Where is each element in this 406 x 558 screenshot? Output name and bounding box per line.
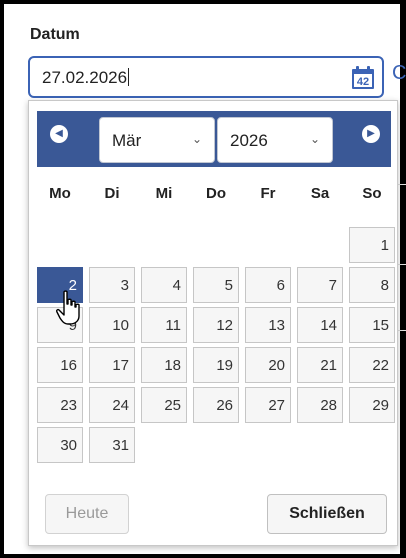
hand-pointer-icon xyxy=(56,290,80,325)
day-cell[interactable]: 23 xyxy=(37,387,83,423)
day-cell[interactable]: 10 xyxy=(89,307,135,343)
day-cell[interactable]: 22 xyxy=(349,347,395,383)
day-cell[interactable]: 17 xyxy=(89,347,135,383)
day-cell[interactable]: 16 xyxy=(37,347,83,383)
day-cell[interactable]: 20 xyxy=(245,347,291,383)
date-input-value[interactable]: 27.02.2026 xyxy=(42,68,130,88)
day-cell[interactable]: 24 xyxy=(89,387,135,423)
date-input[interactable]: 27.02.2026 42 xyxy=(28,56,384,98)
frame-border-top xyxy=(0,0,406,4)
day-cell[interactable]: 26 xyxy=(193,387,239,423)
day-cell[interactable]: 25 xyxy=(141,387,187,423)
today-button[interactable]: Heute xyxy=(45,494,129,534)
adjacent-control-glyph: C xyxy=(392,62,406,84)
day-cell[interactable]: 28 xyxy=(297,387,343,423)
app-frame: Datum 27.02.2026 42 C ◀ Mär ⌄ 2026 ⌄ ▶ M… xyxy=(0,0,406,558)
frame-border-left xyxy=(0,0,4,558)
day-cell[interactable]: 3 xyxy=(89,267,135,303)
calendar-icon-number: 42 xyxy=(357,76,369,88)
close-button[interactable]: Schließen xyxy=(267,494,387,534)
day-cell[interactable]: 5 xyxy=(193,267,239,303)
day-cell[interactable]: 11 xyxy=(141,307,187,343)
text-caret xyxy=(128,68,130,86)
day-cell[interactable]: 18 xyxy=(141,347,187,383)
day-cell[interactable]: 29 xyxy=(349,387,395,423)
day-grid: 1 2 3 4 5 6 7 8 9 10 11 12 13 14 15 16 17 18 19 20 21 22 23 24 2… xyxy=(29,101,399,547)
day-cell[interactable]: 1 xyxy=(349,227,395,263)
day-cell[interactable]: 7 xyxy=(297,267,343,303)
day-cell[interactable]: 27 xyxy=(245,387,291,423)
day-cell[interactable]: 15 xyxy=(349,307,395,343)
day-cell[interactable]: 30 xyxy=(37,427,83,463)
day-cell[interactable]: 12 xyxy=(193,307,239,343)
day-cell[interactable]: 19 xyxy=(193,347,239,383)
datepicker-popup: ◀ Mär ⌄ 2026 ⌄ ▶ Mo Di Mi Do Fr Sa So 12345678… xyxy=(28,100,398,546)
day-cell[interactable]: 8 xyxy=(349,267,395,303)
day-cell[interactable]: 4 xyxy=(141,267,187,303)
day-cell[interactable]: 6 xyxy=(245,267,291,303)
day-cell[interactable]: 21 xyxy=(297,347,343,383)
date-field-label: Datum xyxy=(30,26,80,43)
day-cell[interactable]: 14 xyxy=(297,307,343,343)
day-cell[interactable]: 13 xyxy=(245,307,291,343)
day-cell[interactable]: 31 xyxy=(89,427,135,463)
calendar-icon[interactable]: 42 xyxy=(350,65,376,91)
frame-border-bottom xyxy=(0,554,406,558)
